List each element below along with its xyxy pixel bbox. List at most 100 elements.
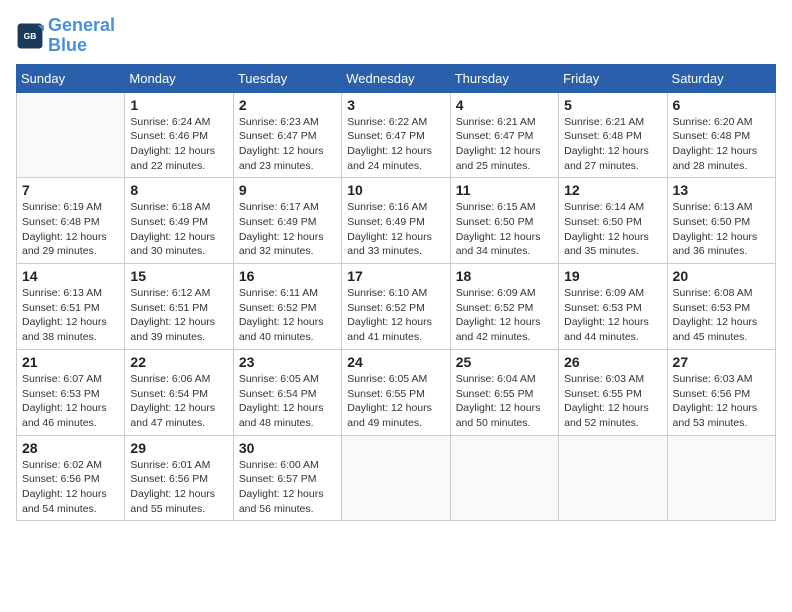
calendar-cell: 13 Sunrise: 6:13 AM Sunset: 6:50 PM Dayli… xyxy=(667,178,775,264)
day-info: Sunrise: 6:03 AM Sunset: 6:56 PM Dayligh… xyxy=(673,372,770,431)
day-info: Sunrise: 6:17 AM Sunset: 6:49 PM Dayligh… xyxy=(239,200,336,259)
day-info: Sunrise: 6:07 AM Sunset: 6:53 PM Dayligh… xyxy=(22,372,119,431)
day-info: Sunrise: 6:08 AM Sunset: 6:53 PM Dayligh… xyxy=(673,286,770,345)
weekday-header-sunday: Sunday xyxy=(17,64,125,92)
day-number: 12 xyxy=(564,182,661,198)
calendar-cell: 17 Sunrise: 6:10 AM Sunset: 6:52 PM Dayli… xyxy=(342,264,450,350)
day-number: 7 xyxy=(22,182,119,198)
day-number: 20 xyxy=(673,268,770,284)
day-info: Sunrise: 6:13 AM Sunset: 6:51 PM Dayligh… xyxy=(22,286,119,345)
day-info: Sunrise: 6:06 AM Sunset: 6:54 PM Dayligh… xyxy=(130,372,227,431)
calendar-cell: 12Sunrise: 6:14 AM Sunset: 6:50 PM Dayli… xyxy=(559,178,667,264)
day-number: 4 xyxy=(456,97,553,113)
day-number: 27 xyxy=(673,354,770,370)
calendar-cell: 3 Sunrise: 6:22 AM Sunset: 6:47 PM Daylig… xyxy=(342,92,450,178)
calendar-cell: 21 Sunrise: 6:07 AM Sunset: 6:53 PM Dayli… xyxy=(17,349,125,435)
day-number: 30 xyxy=(239,440,336,456)
logo-icon: GB xyxy=(16,22,44,50)
calendar-cell xyxy=(17,92,125,178)
calendar-week-row: 21 Sunrise: 6:07 AM Sunset: 6:53 PM Dayli… xyxy=(17,349,776,435)
calendar-week-row: 14Sunrise: 6:13 AM Sunset: 6:51 PM Dayli… xyxy=(17,264,776,350)
day-number: 15 xyxy=(130,268,227,284)
page-header: GB General Blue xyxy=(16,16,776,56)
day-info: Sunrise: 6:03 AM Sunset: 6:55 PM Dayligh… xyxy=(564,372,661,431)
day-info: Sunrise: 6:13 AM Sunset: 6:50 PM Dayligh… xyxy=(673,200,770,259)
day-number: 22 xyxy=(130,354,227,370)
calendar-cell: 27 Sunrise: 6:03 AM Sunset: 6:56 PM Dayli… xyxy=(667,349,775,435)
day-info: Sunrise: 6:09 AM Sunset: 6:53 PM Dayligh… xyxy=(564,286,661,345)
calendar-cell: 26 Sunrise: 6:03 AM Sunset: 6:55 PM Dayli… xyxy=(559,349,667,435)
day-number: 28 xyxy=(22,440,119,456)
day-info: Sunrise: 6:05 AM Sunset: 6:55 PM Dayligh… xyxy=(347,372,444,431)
calendar-cell xyxy=(667,435,775,521)
day-info: Sunrise: 6:05 AM Sunset: 6:54 PM Dayligh… xyxy=(239,372,336,431)
day-info: Sunrise: 6:15 AM Sunset: 6:50 PM Dayligh… xyxy=(456,200,553,259)
day-number: 13 xyxy=(673,182,770,198)
weekday-header-saturday: Saturday xyxy=(667,64,775,92)
calendar-cell: 23 Sunrise: 6:05 AM Sunset: 6:54 PM Dayli… xyxy=(233,349,341,435)
day-number: 18 xyxy=(456,268,553,284)
weekday-header-thursday: Thursday xyxy=(450,64,558,92)
day-info: Sunrise: 6:24 AM Sunset: 6:46 PM Dayligh… xyxy=(130,115,227,174)
day-info: Sunrise: 6:10 AM Sunset: 6:52 PM Dayligh… xyxy=(347,286,444,345)
calendar-body: 1 Sunrise: 6:24 AM Sunset: 6:46 PM Daylig… xyxy=(17,92,776,521)
logo-text: General Blue xyxy=(48,16,115,56)
svg-text:GB: GB xyxy=(24,31,37,41)
weekday-header-friday: Friday xyxy=(559,64,667,92)
day-info: Sunrise: 6:18 AM Sunset: 6:49 PM Dayligh… xyxy=(130,200,227,259)
calendar-cell: 7Sunrise: 6:19 AM Sunset: 6:48 PM Daylig… xyxy=(17,178,125,264)
logo: GB General Blue xyxy=(16,16,115,56)
day-number: 25 xyxy=(456,354,553,370)
day-number: 6 xyxy=(673,97,770,113)
day-number: 10 xyxy=(347,182,444,198)
day-info: Sunrise: 6:11 AM Sunset: 6:52 PM Dayligh… xyxy=(239,286,336,345)
calendar-cell xyxy=(450,435,558,521)
calendar-cell: 14Sunrise: 6:13 AM Sunset: 6:51 PM Dayli… xyxy=(17,264,125,350)
day-info: Sunrise: 6:21 AM Sunset: 6:48 PM Dayligh… xyxy=(564,115,661,174)
calendar-cell: 25 Sunrise: 6:04 AM Sunset: 6:55 PM Dayli… xyxy=(450,349,558,435)
calendar-cell: 20 Sunrise: 6:08 AM Sunset: 6:53 PM Dayli… xyxy=(667,264,775,350)
calendar-cell: 4 Sunrise: 6:21 AM Sunset: 6:47 PM Daylig… xyxy=(450,92,558,178)
weekday-header-wednesday: Wednesday xyxy=(342,64,450,92)
day-info: Sunrise: 6:22 AM Sunset: 6:47 PM Dayligh… xyxy=(347,115,444,174)
day-number: 29 xyxy=(130,440,227,456)
day-info: Sunrise: 6:00 AM Sunset: 6:57 PM Dayligh… xyxy=(239,458,336,517)
calendar-cell xyxy=(342,435,450,521)
calendar-cell: 1 Sunrise: 6:24 AM Sunset: 6:46 PM Daylig… xyxy=(125,92,233,178)
calendar-cell: 29Sunrise: 6:01 AM Sunset: 6:56 PM Dayli… xyxy=(125,435,233,521)
day-info: Sunrise: 6:02 AM Sunset: 6:56 PM Dayligh… xyxy=(22,458,119,517)
weekday-header-monday: Monday xyxy=(125,64,233,92)
calendar-cell: 10Sunrise: 6:16 AM Sunset: 6:49 PM Dayli… xyxy=(342,178,450,264)
day-number: 5 xyxy=(564,97,661,113)
day-number: 3 xyxy=(347,97,444,113)
calendar-cell: 30 Sunrise: 6:00 AM Sunset: 6:57 PM Dayli… xyxy=(233,435,341,521)
day-info: Sunrise: 6:23 AM Sunset: 6:47 PM Dayligh… xyxy=(239,115,336,174)
calendar-header-row: SundayMondayTuesdayWednesdayThursdayFrid… xyxy=(17,64,776,92)
calendar-cell: 11 Sunrise: 6:15 AM Sunset: 6:50 PM Dayli… xyxy=(450,178,558,264)
day-number: 1 xyxy=(130,97,227,113)
day-number: 2 xyxy=(239,97,336,113)
day-info: Sunrise: 6:09 AM Sunset: 6:52 PM Dayligh… xyxy=(456,286,553,345)
day-number: 11 xyxy=(456,182,553,198)
calendar-cell: 5 Sunrise: 6:21 AM Sunset: 6:48 PM Daylig… xyxy=(559,92,667,178)
day-number: 16 xyxy=(239,268,336,284)
calendar-table: SundayMondayTuesdayWednesdayThursdayFrid… xyxy=(16,64,776,522)
day-number: 9 xyxy=(239,182,336,198)
calendar-cell: 16 Sunrise: 6:11 AM Sunset: 6:52 PM Dayli… xyxy=(233,264,341,350)
calendar-week-row: 28 Sunrise: 6:02 AM Sunset: 6:56 PM Dayli… xyxy=(17,435,776,521)
day-number: 24 xyxy=(347,354,444,370)
day-number: 21 xyxy=(22,354,119,370)
calendar-cell: 8Sunrise: 6:18 AM Sunset: 6:49 PM Daylig… xyxy=(125,178,233,264)
calendar-week-row: 1 Sunrise: 6:24 AM Sunset: 6:46 PM Daylig… xyxy=(17,92,776,178)
day-number: 23 xyxy=(239,354,336,370)
day-number: 17 xyxy=(347,268,444,284)
day-number: 19 xyxy=(564,268,661,284)
day-info: Sunrise: 6:21 AM Sunset: 6:47 PM Dayligh… xyxy=(456,115,553,174)
calendar-cell: 18 Sunrise: 6:09 AM Sunset: 6:52 PM Dayli… xyxy=(450,264,558,350)
day-number: 26 xyxy=(564,354,661,370)
calendar-cell: 15Sunrise: 6:12 AM Sunset: 6:51 PM Dayli… xyxy=(125,264,233,350)
calendar-cell: 22 Sunrise: 6:06 AM Sunset: 6:54 PM Dayli… xyxy=(125,349,233,435)
calendar-cell: 9 Sunrise: 6:17 AM Sunset: 6:49 PM Daylig… xyxy=(233,178,341,264)
day-info: Sunrise: 6:04 AM Sunset: 6:55 PM Dayligh… xyxy=(456,372,553,431)
weekday-header-tuesday: Tuesday xyxy=(233,64,341,92)
